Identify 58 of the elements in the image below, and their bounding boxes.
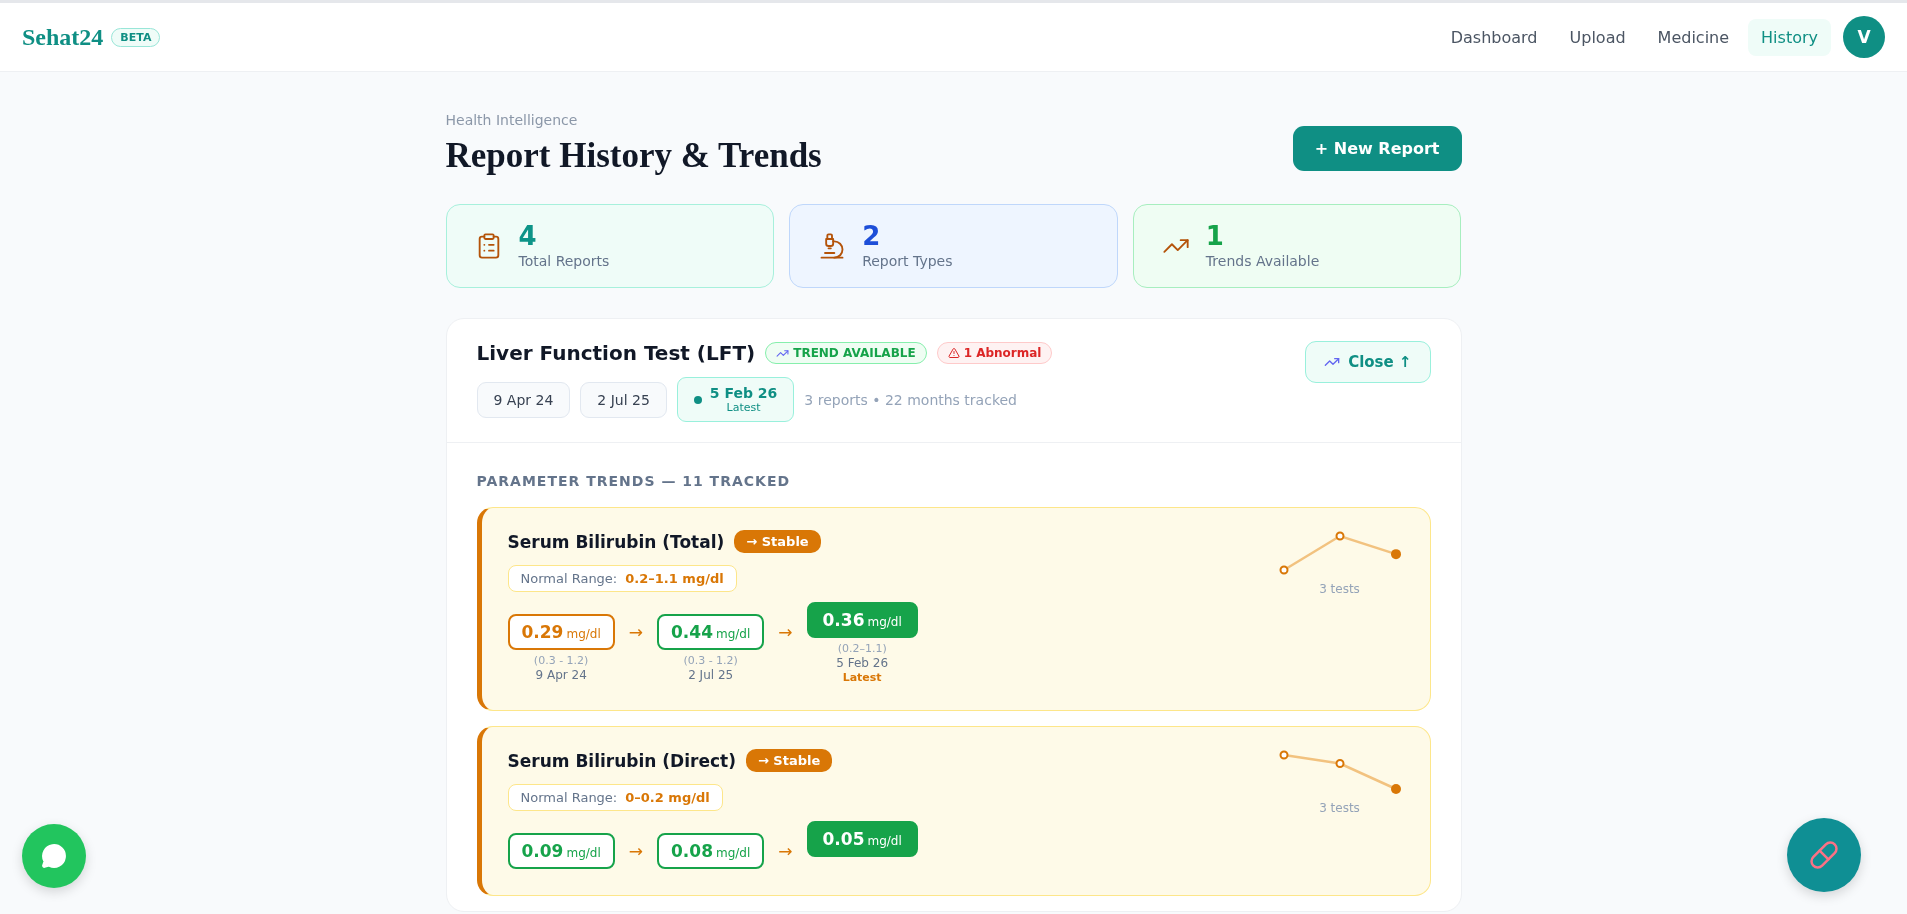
reading-date: 9 Apr 24 <box>535 668 587 682</box>
medicine-button[interactable] <box>1787 818 1861 892</box>
tests-count: 3 tests <box>1319 801 1360 815</box>
reading-date: 2 Jul 25 <box>688 668 734 682</box>
stat-value: 1 <box>1205 223 1225 249</box>
stat-value: 2 <box>862 223 882 249</box>
reading-range: (0.3 - 1.2) <box>683 654 738 667</box>
reading-value: 0.29 mg/dl <box>507 614 615 650</box>
reading-range: (0.3 - 1.2) <box>533 654 589 667</box>
warning-icon <box>947 347 960 359</box>
section-title: PARAMETER TRENDS — 11 TRACKED <box>476 473 792 489</box>
pill-icon <box>1809 840 1839 870</box>
nav-link[interactable]: Dashboard <box>1437 18 1551 56</box>
arrow-text: → <box>778 841 793 861</box>
arrow-text: → <box>628 841 643 861</box>
range-value: 0–0.2 mg/dl <box>625 790 710 805</box>
date-chip[interactable]: 9 Apr 24 <box>476 381 571 418</box>
reading-range: (0.2–1.1) <box>837 642 887 655</box>
stat-label: Total Reports <box>518 253 610 269</box>
stat-label: Trends Available <box>1205 253 1320 269</box>
reading-value: 0.05 mg/dl <box>806 821 918 857</box>
brand-logo[interactable]: Sehat24 <box>22 23 104 51</box>
parameter-name: Serum Bilirubin (Total) <box>507 531 725 552</box>
latest-label: Latest <box>842 671 882 684</box>
reading-value: 0.09 mg/dl <box>507 833 615 869</box>
page-title: Report History & Trends <box>445 136 822 176</box>
new-report-button[interactable]: + New Report <box>1292 126 1462 171</box>
range-label: Normal Range: <box>520 790 618 805</box>
nav-link[interactable]: History <box>1748 18 1831 56</box>
avatar[interactable]: V <box>1843 16 1885 58</box>
page-eyebrow: Health Intelligence <box>445 112 578 128</box>
chat-icon <box>41 843 67 869</box>
date-chip[interactable]: 2 Jul 25 <box>580 381 667 418</box>
stat-value: 4 <box>518 223 538 249</box>
beta-badge: BETA <box>111 27 161 47</box>
arrow-text: → <box>778 622 793 642</box>
tests-count: 3 tests <box>1319 582 1360 596</box>
close-button[interactable]: Close ↑ <box>1305 341 1431 383</box>
reading-value: 0.36 mg/dl <box>806 602 918 638</box>
reading-value: 0.08 mg/dl <box>657 833 765 869</box>
arrow-text: → <box>628 622 643 642</box>
range-value: 0.2–1.1 mg/dl <box>625 571 724 586</box>
nav-link[interactable]: Upload <box>1556 18 1639 56</box>
trend-badge: → Stable <box>734 530 821 553</box>
report-title: Liver Function Test (LFT) <box>476 341 756 365</box>
range-label: Normal Range: <box>520 571 618 586</box>
reading-date: 5 Feb 26 <box>836 656 889 670</box>
stat-label: Report Types <box>862 253 953 269</box>
reading-value: 0.44 mg/dl <box>657 614 765 650</box>
abnormal-badge: 1 Abnormal <box>936 342 1053 364</box>
chat-button[interactable] <box>22 824 86 888</box>
trend-badge: → Stable <box>745 749 833 772</box>
status-dot <box>693 395 702 404</box>
date-chip[interactable]: 5 Feb 26 Latest <box>676 377 795 422</box>
parameter-name: Serum Bilirubin (Direct) <box>507 750 736 771</box>
nav-link[interactable]: Medicine <box>1644 18 1743 56</box>
trend-available-badge: TREND AVAILABLE <box>765 342 927 364</box>
report-summary: 3 reports • 22 months tracked <box>804 391 1017 408</box>
